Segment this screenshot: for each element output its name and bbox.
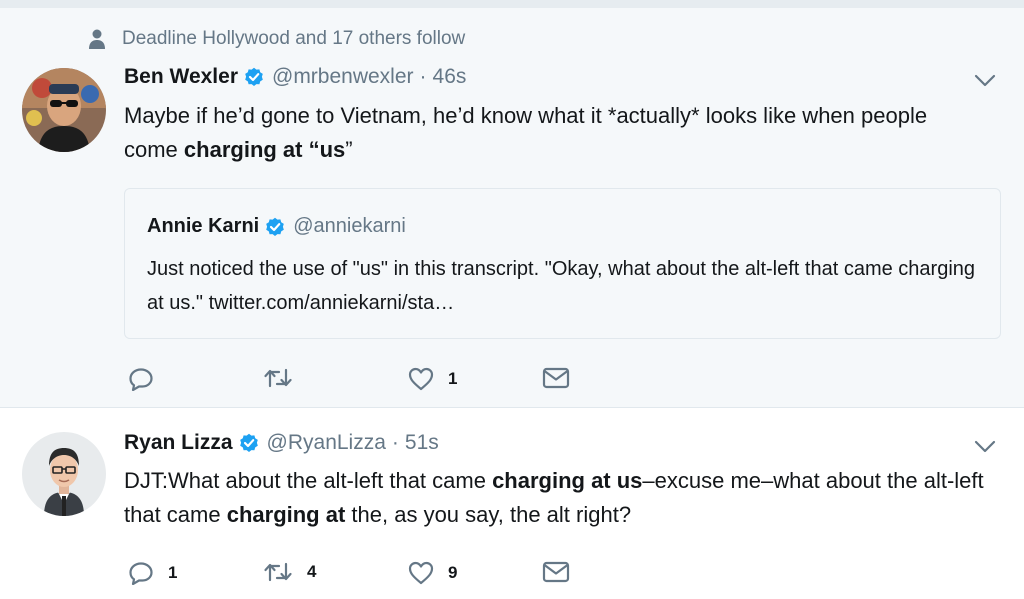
reply-count: 1	[168, 563, 178, 582]
like-button[interactable]: 9	[408, 561, 457, 585]
tweet-text-bold: charging at us	[492, 468, 643, 493]
timestamp[interactable]: 51s	[405, 431, 439, 455]
separator: ·	[391, 431, 399, 454]
retweet-icon	[264, 562, 292, 582]
retweet-button[interactable]	[263, 367, 307, 389]
direct-message-button[interactable]	[542, 367, 570, 389]
tweet-text-part: DJT:What about the alt-left that came	[124, 468, 493, 493]
social-context-text: Deadline Hollywood and 17 others follow	[122, 28, 466, 49]
verified-badge-icon	[244, 67, 264, 87]
tweet-text: Maybe if he’d gone to Vietnam, he’d know…	[124, 99, 984, 167]
chevron-down-icon[interactable]	[974, 74, 996, 88]
reply-button[interactable]: 1	[128, 561, 177, 585]
quoted-author-name: Annie Karni	[147, 215, 260, 237]
avatar[interactable]	[22, 68, 106, 152]
tweet-text-part: the, as you say, the alt right?	[345, 502, 632, 527]
verified-badge-icon	[265, 217, 285, 237]
chevron-down-icon[interactable]	[974, 440, 996, 454]
reply-button[interactable]	[128, 367, 168, 391]
timeline-top-border	[0, 0, 1024, 8]
tweet[interactable]: Ryan Lizza @RyanLizza · 51s DJT:What abo…	[0, 409, 1024, 599]
avatar[interactable]	[22, 432, 106, 516]
retweet-icon	[264, 368, 292, 388]
author-name[interactable]: Ben Wexler	[124, 65, 238, 89]
author-name[interactable]: Ryan Lizza	[124, 431, 233, 455]
author-handle[interactable]: @RyanLizza	[267, 431, 386, 455]
person-icon	[86, 28, 108, 50]
tweet-header: Ben Wexler @mrbenwexler · 46s	[124, 65, 466, 89]
separator: ·	[419, 65, 427, 88]
quoted-tweet-header: Annie Karni @anniekarni	[147, 215, 406, 238]
social-context[interactable]: Deadline Hollywood and 17 others follow	[86, 28, 465, 50]
like-count: 1	[448, 369, 458, 388]
tweet-text: DJT:What about the alt-left that came ch…	[124, 464, 984, 532]
heart-icon	[408, 561, 434, 585]
reply-icon	[129, 562, 153, 585]
like-count: 9	[448, 563, 458, 582]
heart-icon	[408, 367, 434, 391]
quoted-tweet[interactable]: Annie Karni @anniekarni Just noticed the…	[124, 188, 1001, 339]
verified-badge-icon	[239, 433, 259, 453]
author-handle[interactable]: @mrbenwexler	[272, 65, 414, 89]
tweet-header: Ryan Lizza @RyanLizza · 51s	[124, 431, 439, 455]
tweet[interactable]: Deadline Hollywood and 17 others follow …	[0, 8, 1024, 408]
envelope-icon	[542, 561, 570, 583]
like-button[interactable]: 1	[408, 367, 457, 391]
direct-message-button[interactable]	[542, 561, 570, 583]
tweet-text-bold: charging at	[226, 502, 346, 527]
timestamp[interactable]: 46s	[433, 65, 467, 89]
tweet-text-part: ”	[345, 137, 353, 162]
tweet-text-bold: charging at “us	[183, 137, 346, 162]
quoted-author-handle: @anniekarni	[293, 215, 406, 237]
quoted-tweet-text: Just noticed the use of "us" in this tra…	[147, 258, 976, 314]
retweet-button[interactable]: 4	[263, 561, 316, 583]
envelope-icon	[542, 367, 570, 389]
retweet-count: 4	[307, 562, 317, 581]
reply-icon	[129, 368, 153, 391]
